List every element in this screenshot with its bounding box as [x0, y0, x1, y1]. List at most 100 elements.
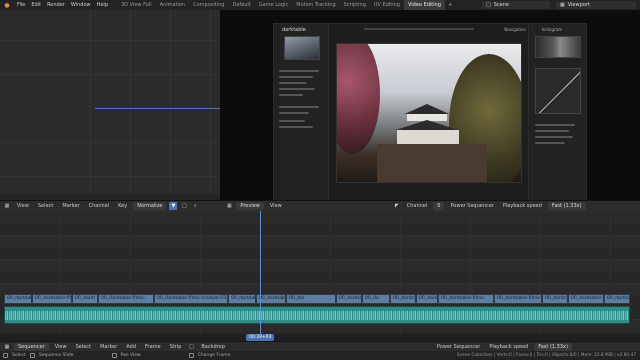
menu-view[interactable]: View: [14, 202, 32, 210]
footer-playback-speed-dropdown[interactable]: Fast (1.33x): [534, 342, 572, 351]
video-strip[interactable]: 00_dar: [286, 294, 336, 304]
video-strip[interactable]: 00_darktable-films-: [32, 294, 72, 304]
darktable-right-panel: [528, 24, 586, 200]
castle-photo: [336, 43, 522, 183]
footer-playback-speed-label: Playback speed: [489, 343, 529, 350]
menu-help[interactable]: Help: [94, 0, 111, 10]
current-frame-badge[interactable]: 00:39+03: [246, 334, 275, 341]
audio-waveform: [5, 311, 629, 320]
video-strip[interactable]: 00_darktable-films-module-037-: [154, 294, 228, 304]
video-strip[interactable]: 00_darkta: [604, 294, 630, 304]
panel-row: [279, 94, 303, 96]
sequencer-header: ▦ View Select Marker Channel Key Normali…: [0, 200, 640, 211]
castle-wall: [407, 114, 447, 121]
video-strip[interactable]: 00_darktable-films-: [438, 294, 494, 304]
audio-strip[interactable]: [4, 306, 630, 324]
video-strip[interactable]: 00_darkt: [72, 294, 98, 304]
playback-speed-dropdown[interactable]: Fast (1.33x): [547, 202, 586, 210]
menu-key[interactable]: Key: [115, 202, 130, 210]
add-workspace-button[interactable]: +: [445, 2, 455, 8]
footer-menu-strip[interactable]: Strip: [167, 343, 185, 351]
footer-power-sequencer-menu[interactable]: Power Sequencer: [434, 343, 483, 351]
timeline-ruler[interactable]: [0, 334, 640, 341]
editor-type-icon[interactable]: ▦: [3, 202, 11, 210]
video-strip[interactable]: 00_darktable-films-: [98, 294, 154, 304]
panel-row: [535, 124, 575, 126]
tab-default[interactable]: Default: [228, 0, 254, 10]
video-strip[interactable]: 00_darktable-fil: [228, 294, 256, 304]
view-layer-selector[interactable]: ▦ Viewport: [556, 1, 636, 9]
grid-line: [0, 74, 220, 75]
menu-marker[interactable]: Marker: [59, 202, 82, 210]
navigation-thumbnail: [284, 36, 320, 60]
preview-editor-icon[interactable]: ▦: [225, 202, 233, 210]
tab-3d-view-full[interactable]: 3D View Full: [117, 0, 156, 10]
video-strip[interactable]: 00_darktable-films: [568, 294, 604, 304]
menu-view-preview[interactable]: View: [267, 202, 285, 210]
menu-window[interactable]: Window: [68, 0, 94, 10]
status-select: Select: [12, 353, 26, 358]
footer-menu-frame[interactable]: Frame: [142, 343, 164, 351]
video-strip[interactable]: 00_darkta: [542, 294, 568, 304]
view-layer-icon: ▦: [560, 2, 565, 8]
backdrop-checkbox[interactable]: □: [187, 343, 195, 351]
graph-editor-area[interactable]: [0, 10, 220, 200]
castle-base: [377, 144, 487, 182]
footer-menu-view[interactable]: View: [52, 343, 70, 351]
tab-animation[interactable]: Animation: [156, 0, 190, 10]
sequencer-preview[interactable]: darktable Navigation histogram: [220, 10, 640, 200]
panel-row: [279, 112, 309, 114]
normalize-dropdown[interactable]: Normalize: [133, 202, 167, 210]
tab-motion-tracking[interactable]: Motion Tracking: [292, 0, 339, 10]
channel-field[interactable]: 0: [433, 202, 445, 210]
panel-row: [279, 126, 313, 128]
channel-band: [0, 235, 640, 247]
tab-uv-editing[interactable]: UV Editing: [370, 0, 404, 10]
tab-game-logic[interactable]: Game Logic: [255, 0, 293, 10]
sequencer-timeline[interactable]: 00_darktable- 00_darktable-films- 00_dar…: [0, 211, 640, 341]
channel-label: Channel: [406, 203, 428, 209]
sequencer-editor-icon[interactable]: ▦: [3, 343, 11, 351]
menu-render[interactable]: Render: [44, 0, 68, 10]
menu-edit[interactable]: Edit: [28, 0, 44, 10]
menu-select[interactable]: Select: [35, 202, 56, 210]
search-icon[interactable]: ⌕: [191, 202, 199, 210]
castle-roof: [404, 104, 450, 114]
blender-logo-icon[interactable]: ●: [3, 1, 11, 9]
sequencer-footer-header: ▦ Sequencer View Select Marker Add Frame…: [0, 341, 640, 351]
panel-row: [535, 142, 565, 144]
footer-menu-select[interactable]: Select: [73, 343, 94, 351]
only-selected-icon[interactable]: □: [180, 202, 188, 210]
panel-row: [279, 70, 319, 72]
scene-selector[interactable]: □ Scene: [482, 1, 550, 9]
status-bar: Select Sequence Slide Pan View Change Fr…: [0, 351, 640, 360]
video-strip[interactable]: 00_da: [362, 294, 390, 304]
grid-line: [130, 10, 131, 200]
tab-compositing[interactable]: Compositing: [189, 0, 228, 10]
footer-menu-marker[interactable]: Marker: [97, 343, 120, 351]
status-change-frame: Change Frame: [197, 353, 231, 358]
panel-row: [279, 88, 315, 90]
playhead[interactable]: [260, 211, 261, 339]
preview-dropdown[interactable]: Preview: [236, 202, 264, 210]
mouse-drag-icon: [29, 353, 35, 358]
backdrop-label: Backdrop: [201, 343, 225, 350]
menu-channel[interactable]: Channel: [86, 202, 113, 210]
display-mode-icon[interactable]: ◤: [393, 202, 401, 210]
video-strip[interactable]: 00_darktable-films-: [336, 294, 362, 304]
grid-line: [170, 10, 171, 200]
power-sequencer-menu[interactable]: Power Sequencer: [447, 202, 496, 210]
video-strip[interactable]: 00_dark: [416, 294, 438, 304]
darktable-left-panel: darktable: [274, 24, 329, 200]
tab-scripting[interactable]: Scripting: [340, 0, 370, 10]
filter-icon[interactable]: ▼: [169, 202, 178, 210]
sequencer-editor-dropdown[interactable]: Sequencer: [14, 342, 49, 351]
status-pan-view: Pan View: [120, 353, 141, 358]
grid-line: [0, 142, 220, 143]
menu-file[interactable]: File: [14, 0, 28, 10]
video-strip[interactable]: 00_darktable-films-m: [494, 294, 542, 304]
tab-video-editing[interactable]: Video Editing: [403, 0, 445, 10]
footer-menu-add[interactable]: Add: [123, 343, 139, 351]
video-strip[interactable]: 00_darktable-: [4, 294, 32, 304]
video-strip[interactable]: 00_darktable-fi: [390, 294, 416, 304]
